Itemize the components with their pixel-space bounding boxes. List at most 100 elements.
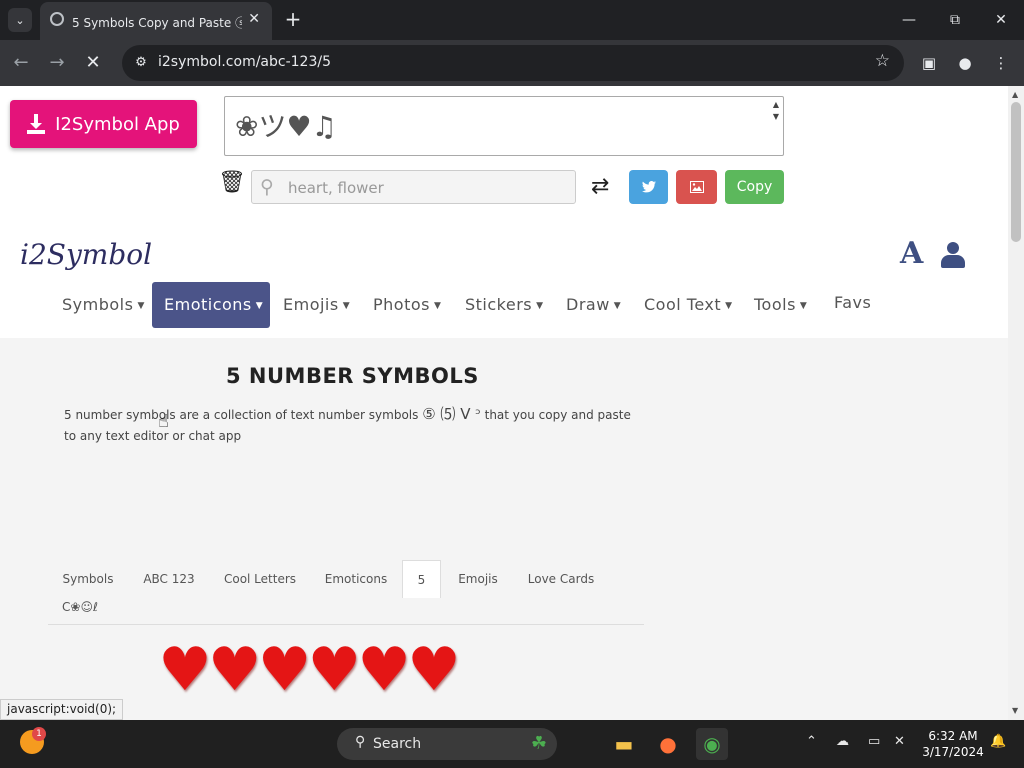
- tab-love-cards[interactable]: Love Cards: [520, 560, 602, 598]
- page-description: 5 number symbols are a collection of tex…: [64, 405, 631, 443]
- tray-chevron-up-icon[interactable]: ⌃: [806, 734, 817, 749]
- address-bar[interactable]: ⚙ i2symbol.com/abc-123/5 ☆: [122, 45, 904, 81]
- site-info-icon[interactable]: ⚙: [130, 52, 152, 74]
- nav-label: Photos: [373, 295, 430, 314]
- site-header: i2Symbol A Symbols ▼ Emoticons ▼ Emojis ▼ P…: [0, 216, 1008, 338]
- symbol-textarea[interactable]: ❀ツ♥♫ ▲ ▼: [224, 96, 784, 156]
- clock-date: 3/17/2024: [922, 745, 984, 759]
- side-panel-icon[interactable]: ▣: [918, 52, 940, 74]
- nav-emoticons[interactable]: Emoticons ▼: [152, 282, 270, 328]
- browser-menu-icon[interactable]: ⋮: [990, 52, 1012, 74]
- nav-favs[interactable]: Favs: [822, 280, 883, 326]
- nav-tools[interactable]: Tools ▼: [742, 282, 819, 328]
- download-icon: [27, 114, 46, 134]
- caret-down-icon: ▼: [536, 300, 544, 311]
- tab-5[interactable]: 5: [402, 560, 441, 598]
- bookmark-star-icon[interactable]: ☆: [875, 51, 890, 71]
- search-icon: ⚲: [260, 176, 274, 198]
- forward-button[interactable]: →: [44, 50, 70, 76]
- nav-label: Favs: [834, 293, 872, 312]
- file-explorer-icon[interactable]: ▬: [608, 728, 640, 760]
- copy-button[interactable]: Copy: [725, 170, 784, 204]
- nav-label: Symbols: [62, 295, 134, 314]
- onedrive-icon[interactable]: ☁: [836, 734, 849, 749]
- taskbar-search-label: Search: [373, 736, 422, 752]
- clover-icon: ☘: [530, 733, 547, 754]
- chrome-icon[interactable]: ◉: [696, 728, 728, 760]
- tab-list-button[interactable]: ⌄: [8, 8, 32, 32]
- close-window-button[interactable]: ✕: [986, 8, 1016, 32]
- trash-icon[interactable]: 🗑: [218, 170, 246, 195]
- taskbar-clock[interactable]: 6:32 AM 3/17/2024: [922, 728, 984, 760]
- windows-taskbar: 1 ⚲ Search ☘ ▬ ● ◉ ⌃ ☁ ▭ ✕ 6:32 AM 3/17/…: [0, 720, 1024, 768]
- page-title: 5 NUMBER SYMBOLS: [226, 364, 479, 388]
- scrollbar-thumb[interactable]: [1011, 102, 1021, 242]
- clock-time: 6:32 AM: [928, 729, 978, 743]
- notification-bell-icon[interactable]: 🔔: [990, 734, 1006, 749]
- nav-label: Stickers: [465, 295, 533, 314]
- tab-cool-letters[interactable]: Cool Letters: [216, 560, 304, 598]
- scroll-up-icon[interactable]: ▲: [1012, 90, 1018, 99]
- nav-photos[interactable]: Photos ▼: [361, 282, 453, 328]
- nav-stickers[interactable]: Stickers ▼: [453, 282, 556, 328]
- image-export-button[interactable]: [676, 170, 717, 204]
- nav-emojis[interactable]: Emojis ▼: [271, 282, 362, 328]
- profile-icon[interactable]: ●: [954, 52, 976, 74]
- caret-down-icon: ▼: [342, 300, 351, 311]
- hearts-image[interactable]: ♥♥♥♥♥♥: [158, 638, 461, 702]
- site-logo[interactable]: i2Symbol: [20, 238, 152, 271]
- tab-emoticons[interactable]: Emoticons: [316, 560, 396, 598]
- page-scrollbar[interactable]: ▲ ▼: [1008, 86, 1024, 720]
- hand-cursor-icon: ☝: [158, 411, 169, 432]
- nav-cool-text[interactable]: Cool Text ▼: [632, 282, 745, 328]
- nav-label: Tools: [754, 295, 796, 314]
- status-bar-url: javascript:void(0);: [0, 699, 124, 720]
- user-account-icon[interactable]: [941, 242, 965, 268]
- tab-title: 5 Symbols Copy and Paste ⓢ ☺: [72, 16, 242, 30]
- symbol-textarea-value[interactable]: ❀ツ♥♫: [235, 110, 337, 143]
- firefox-icon[interactable]: ●: [652, 728, 684, 760]
- nav-symbols[interactable]: Symbols ▼: [50, 282, 157, 328]
- textarea-scroll-arrows[interactable]: ▲ ▼: [773, 99, 779, 123]
- notification-badge: 1: [32, 727, 46, 741]
- symbol-toolbar-panel: I2Symbol App ❀ツ♥♫ ▲ ▼ 🗑 ⚲ heart, flower ⇄…: [0, 86, 1008, 216]
- caret-down-icon: ▼: [433, 300, 442, 311]
- i2symbol-app-button[interactable]: I2Symbol App: [10, 100, 197, 148]
- web-page: I2Symbol App ❀ツ♥♫ ▲ ▼ 🗑 ⚲ heart, flower ⇄…: [0, 86, 1008, 720]
- taskbar-search[interactable]: ⚲ Search ☘: [337, 728, 557, 760]
- symbol-search-input[interactable]: ⚲ heart, flower: [251, 170, 576, 204]
- font-size-icon[interactable]: A: [900, 236, 923, 271]
- swap-arrows-icon[interactable]: ⇄: [591, 174, 609, 199]
- caret-down-icon: ▼: [137, 300, 145, 311]
- site-favicon-icon: [50, 12, 64, 26]
- caret-down-icon: ▼: [613, 300, 622, 311]
- tab-divider: [48, 624, 644, 625]
- nav-label: Draw: [566, 295, 610, 314]
- sample-symbols[interactable]: ⑤ ⑸ Ⅴ ᵓ: [422, 405, 481, 423]
- network-icon[interactable]: ▭: [868, 734, 880, 749]
- nav-label: Emojis: [283, 295, 339, 314]
- tab-close-icon[interactable]: ✕: [248, 11, 260, 27]
- nav-label: Emoticons: [164, 295, 252, 314]
- back-button[interactable]: ←: [8, 50, 34, 76]
- twitter-icon: [641, 181, 656, 193]
- caret-down-icon: ▼: [725, 300, 733, 311]
- scroll-down-icon[interactable]: ▼: [1012, 706, 1018, 715]
- browser-tab[interactable]: 5 Symbols Copy and Paste ⓢ ☺ ✕: [40, 2, 272, 40]
- new-tab-button[interactable]: +: [280, 6, 306, 32]
- app-button-label: I2Symbol App: [55, 113, 180, 135]
- tab-cool[interactable]: C❀☺ℓ: [56, 588, 104, 626]
- tab-abc-123[interactable]: ABC 123: [134, 560, 204, 598]
- volume-muted-icon[interactable]: ✕: [894, 734, 905, 749]
- caret-down-icon: ▼: [799, 300, 808, 311]
- maximize-button[interactable]: ⧉: [940, 8, 970, 32]
- minimize-button[interactable]: —: [894, 8, 924, 32]
- twitter-share-button[interactable]: [629, 170, 668, 204]
- url-text[interactable]: i2symbol.com/abc-123/5: [158, 54, 331, 70]
- stop-loading-button[interactable]: ✕: [80, 50, 106, 76]
- search-placeholder[interactable]: heart, flower: [288, 179, 384, 197]
- tab-emojis[interactable]: Emojis: [450, 560, 506, 598]
- image-icon: [689, 181, 704, 193]
- search-icon: ⚲: [355, 734, 366, 750]
- nav-draw[interactable]: Draw ▼: [554, 282, 633, 328]
